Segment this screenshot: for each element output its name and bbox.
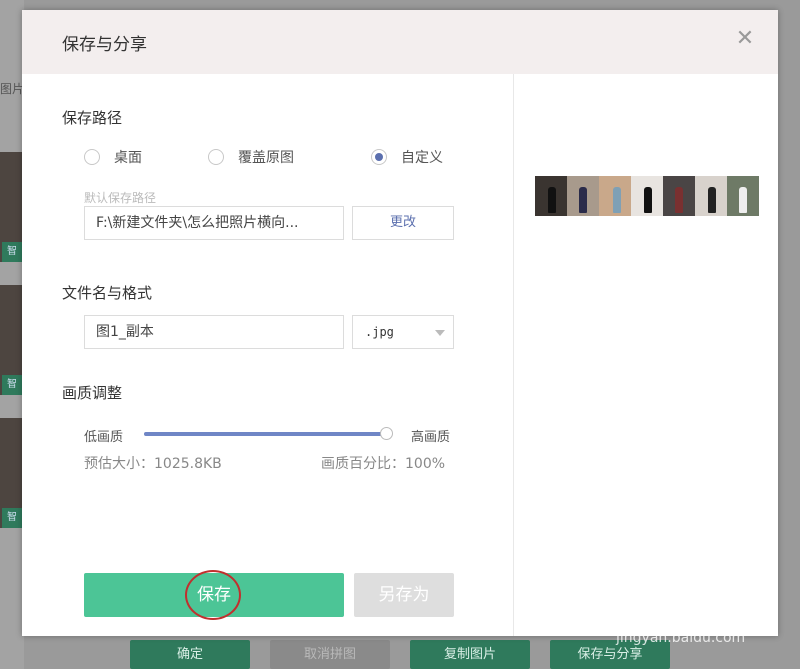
close-icon[interactable]: ✕ (734, 28, 756, 50)
preview-photo (631, 176, 663, 216)
person-figure (644, 187, 652, 213)
radio-custom-label: 自定义 (401, 150, 443, 166)
background-tag: 智 (2, 508, 22, 528)
quality-slider-fill (144, 432, 386, 436)
background-copy-image-button: 复制图片 (410, 640, 530, 669)
background-thumbnail: 智 (0, 285, 22, 395)
filename-input[interactable]: 图1_副本 (84, 315, 344, 349)
radio-desktop-label: 桌面 (114, 150, 142, 166)
estimated-size-text: 预估大小：1025.8KB (84, 456, 222, 472)
person-figure (708, 187, 716, 213)
save-path-title: 保存路径 (62, 109, 123, 127)
filename-format-title: 文件名与格式 (62, 284, 153, 302)
chevron-down-icon (435, 330, 445, 336)
quality-slider[interactable] (144, 427, 393, 440)
save-button[interactable]: 保存 (84, 573, 344, 617)
radio-circle-icon (84, 149, 100, 165)
save-as-button[interactable]: 另存为 (354, 573, 454, 617)
radio-selected-icon (371, 149, 387, 165)
dialog-header: 保存与分享 ✕ (22, 10, 778, 74)
radio-circle-icon (208, 149, 224, 165)
quality-slider-handle[interactable] (380, 427, 393, 440)
background-tag: 智 (2, 375, 22, 395)
background-thumbnail: 智 (0, 418, 22, 528)
low-quality-label: 低画质 (84, 430, 124, 445)
preview-photo (695, 176, 727, 216)
person-figure (613, 187, 621, 213)
watermark-url: jingyan.baidu.com (616, 630, 746, 646)
format-select-value: .jpg (365, 325, 394, 339)
person-figure (675, 187, 683, 213)
baidu-watermark: Baidu经验 (612, 585, 765, 618)
person-figure (739, 187, 747, 213)
radio-overwrite-label: 覆盖原图 (238, 150, 294, 166)
preview-photo (727, 176, 759, 216)
save-path-field[interactable]: F:\新建文件夹\怎么把照片横向... (84, 206, 344, 240)
dialog-title: 保存与分享 (62, 35, 147, 55)
change-path-button[interactable]: 更改 (352, 206, 454, 240)
background-confirm-button: 确定 (130, 640, 250, 669)
background-cancel-collage-button: 取消拼图 (270, 640, 390, 669)
background-label: 图片 (0, 82, 25, 96)
panel-divider (513, 74, 514, 636)
default-path-hint: 默认保存路径 (84, 191, 157, 205)
radio-overwrite-original[interactable]: 覆盖原图 (208, 147, 294, 167)
radio-desktop[interactable]: 桌面 (84, 147, 142, 167)
preview-photo (663, 176, 695, 216)
person-figure (548, 187, 556, 213)
quality-percent-text: 画质百分比：100% (321, 456, 446, 472)
background-thumbnail: 智 (0, 152, 22, 262)
background-tag: 智 (2, 242, 22, 262)
preview-photo (567, 176, 599, 216)
format-select[interactable]: .jpg (352, 315, 454, 349)
preview-photo (535, 176, 567, 216)
quality-title: 画质调整 (62, 384, 123, 402)
high-quality-label: 高画质 (411, 430, 451, 445)
save-share-dialog: 保存与分享 ✕ 保存路径 桌面 覆盖原图 自定义 默认保存路径 F:\新建文件夹… (22, 10, 778, 636)
person-figure (579, 187, 587, 213)
radio-custom[interactable]: 自定义 (371, 147, 443, 167)
preview-photo (599, 176, 631, 216)
image-preview-strip (535, 176, 759, 216)
